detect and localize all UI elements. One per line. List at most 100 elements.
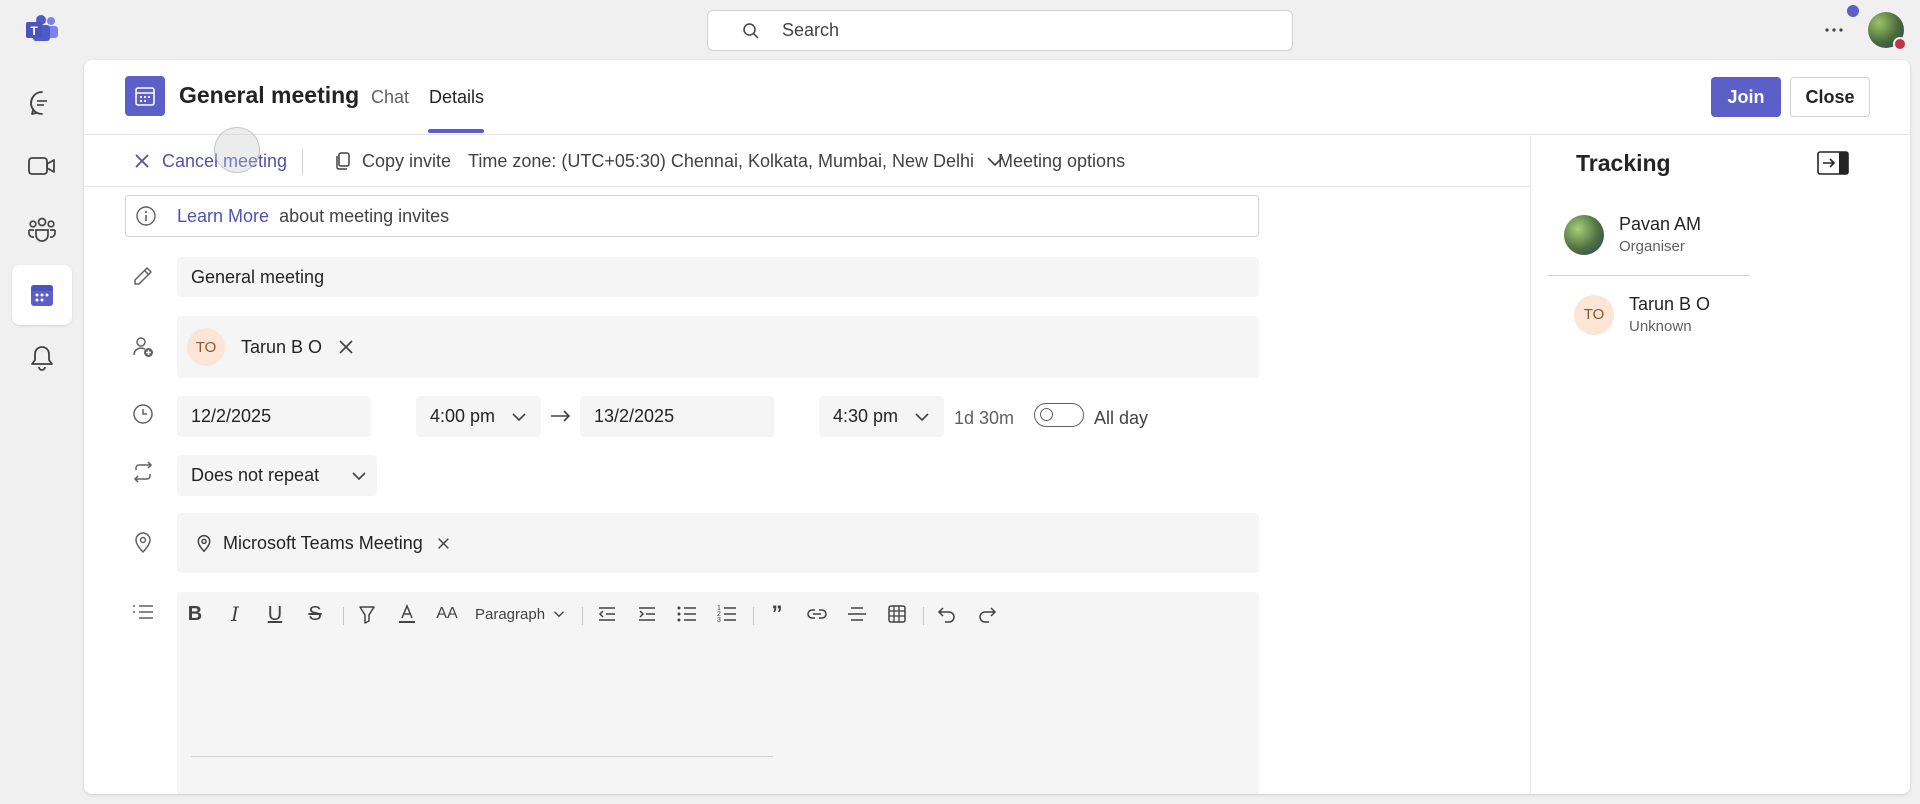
location-value: Microsoft Teams Meeting <box>223 532 423 553</box>
search-input[interactable]: Search <box>707 10 1293 51</box>
table-icon[interactable] <box>883 600 911 628</box>
attendee-name: Tarun B O <box>241 336 323 357</box>
collapse-panel-icon[interactable] <box>1817 151 1849 175</box>
undo-icon[interactable] <box>933 600 961 628</box>
bullet-list-icon[interactable] <box>673 600 701 628</box>
italic-icon[interactable]: I <box>221 600 249 628</box>
chat-icon <box>28 89 56 117</box>
close-button[interactable]: Close <box>1790 77 1870 117</box>
close-icon[interactable] <box>338 339 354 355</box>
timezone-label: Time zone: (UTC+05:30) Chennai, Kolkata,… <box>468 150 975 171</box>
all-day-label: All day <box>1094 408 1149 428</box>
meeting-options-button[interactable]: Meeting options <box>998 135 1125 187</box>
meeting-toolbar: Cancel meeting Copy invite Time zone: (U… <box>84 135 1530 187</box>
toolbar-divider <box>582 607 583 625</box>
bold-icon[interactable]: B <box>181 600 209 628</box>
font-size-icon[interactable]: AA <box>433 600 461 628</box>
list-icon <box>130 599 156 625</box>
all-day-toggle[interactable] <box>1034 403 1084 427</box>
calendar-icon <box>125 76 165 116</box>
copy-invite-label: Copy invite <box>362 150 452 171</box>
chevron-down-icon <box>553 610 565 618</box>
highlight-icon[interactable] <box>353 600 381 628</box>
location-icon <box>130 529 156 555</box>
rail-teams-button[interactable] <box>12 199 72 259</box>
copy-icon <box>334 151 352 171</box>
rail-activity-button[interactable] <box>12 328 72 388</box>
paragraph-dropdown[interactable]: Paragraph <box>475 600 573 628</box>
video-icon <box>27 154 57 178</box>
tracking-divider <box>1548 275 1750 276</box>
description-editor[interactable]: B I U S AA Paragraph 123 ” <box>177 592 1259 794</box>
meeting-details-panel: General meeting Chat Details Join Close … <box>84 60 1910 794</box>
page-title: General meeting <box>179 82 360 108</box>
clock-icon <box>130 401 156 427</box>
tracking-title: Tracking <box>1576 150 1671 176</box>
avatar[interactable] <box>1868 12 1907 51</box>
teams-logo-icon[interactable]: T <box>24 14 60 44</box>
tracking-person-attendee[interactable]: TO Tarun B O Unknown <box>1574 294 1710 335</box>
repeat-value: Does not repeat <box>191 465 320 485</box>
join-button[interactable]: Join <box>1711 77 1781 117</box>
person-name: Tarun B O <box>1629 294 1711 314</box>
cursor-highlight <box>214 127 260 173</box>
more-icon[interactable] <box>1818 16 1850 44</box>
panel-divider <box>1530 135 1531 794</box>
underline-icon[interactable]: U <box>261 600 289 628</box>
cancel-meeting-button[interactable]: Cancel meeting <box>134 135 287 187</box>
start-time-value: 4:00 pm <box>430 406 496 426</box>
tab-active-indicator <box>428 129 484 133</box>
pencil-icon <box>130 263 156 289</box>
rail-meet-button[interactable] <box>12 136 72 196</box>
timezone-dropdown[interactable]: Time zone: (UTC+05:30) Chennai, Kolkata,… <box>468 135 1004 187</box>
info-icon <box>135 205 157 227</box>
quote-icon[interactable]: ” <box>763 600 791 628</box>
end-time-dropdown[interactable]: 4:30 pm <box>819 396 944 437</box>
location-icon <box>195 533 213 553</box>
paragraph-label: Paragraph <box>475 605 546 623</box>
outdent-icon[interactable] <box>593 600 621 628</box>
redo-icon[interactable] <box>973 600 1001 628</box>
strikethrough-icon[interactable]: S <box>301 600 329 628</box>
start-time-dropdown[interactable]: 4:00 pm <box>416 396 541 437</box>
indent-icon[interactable] <box>633 600 661 628</box>
tab-chat[interactable]: Chat <box>371 87 409 108</box>
meeting-header: General meeting Chat Details Join Close <box>84 60 1910 135</box>
avatar <box>1564 214 1604 255</box>
end-date-input[interactable]: 13/2/2025 <box>580 396 774 437</box>
chevron-down-icon <box>351 471 367 481</box>
person-role: Organiser <box>1619 238 1685 255</box>
person-add-icon <box>130 334 156 360</box>
repeat-icon <box>130 459 156 485</box>
repeat-dropdown[interactable]: Does not repeat <box>177 455 377 496</box>
learn-more-link[interactable]: Learn More <box>177 206 269 227</box>
toolbar-divider <box>302 149 303 175</box>
toolbar-divider <box>923 607 924 625</box>
arrow-right-icon <box>550 409 572 423</box>
tracking-person-organiser[interactable]: Pavan AM Organiser <box>1564 214 1701 255</box>
notification-dot <box>1847 5 1859 17</box>
font-color-icon[interactable] <box>393 600 421 628</box>
person-name: Pavan AM <box>1619 214 1702 234</box>
svg-text:T: T <box>30 24 38 38</box>
start-date-value: 12/2/2025 <box>191 406 272 426</box>
close-icon[interactable] <box>437 537 450 550</box>
toolbar-divider <box>343 607 344 625</box>
bell-icon <box>29 344 55 372</box>
title-value: General meeting <box>191 266 325 287</box>
toggle-knob <box>1040 408 1053 421</box>
start-date-input[interactable]: 12/2/2025 <box>177 396 371 437</box>
search-icon <box>742 22 760 40</box>
rail-calendar-button[interactable] <box>12 265 72 325</box>
tab-details[interactable]: Details <box>429 87 484 108</box>
svg-text:3: 3 <box>717 617 721 624</box>
rail-chat-button[interactable] <box>12 73 72 133</box>
copy-invite-button[interactable]: Copy invite <box>334 135 451 187</box>
title-input[interactable]: General meeting <box>177 257 1259 297</box>
attendees-field[interactable]: TO Tarun B O <box>177 316 1259 378</box>
horizontal-rule-icon[interactable] <box>843 600 871 628</box>
numbered-list-icon[interactable]: 123 <box>713 600 741 628</box>
location-field[interactable]: Microsoft Teams Meeting <box>177 513 1259 573</box>
link-icon[interactable] <box>803 600 831 628</box>
search-placeholder: Search <box>782 20 840 40</box>
